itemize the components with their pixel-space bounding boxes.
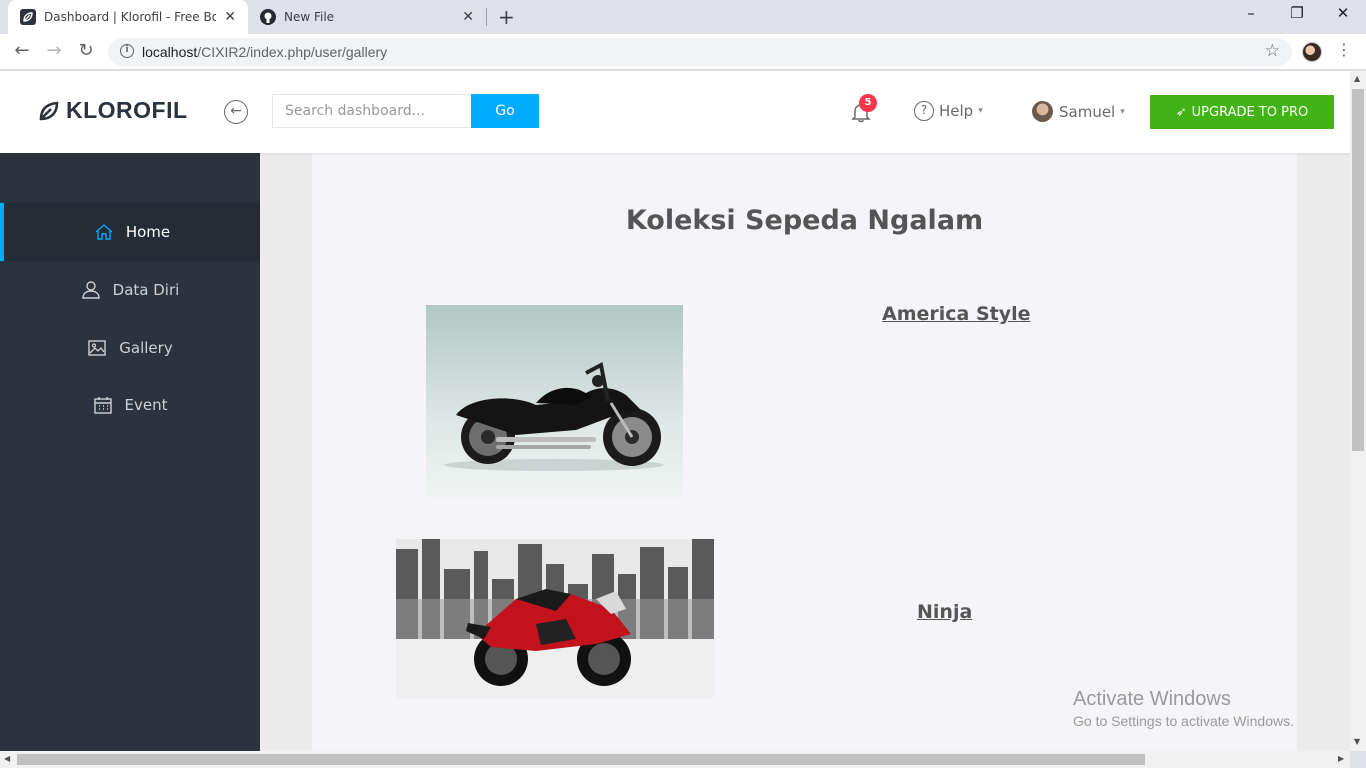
bookmark-star-icon[interactable]: ☆	[1265, 41, 1280, 61]
url-host: localhost	[142, 44, 198, 60]
github-icon	[260, 9, 276, 25]
search-go-button[interactable]: Go	[471, 94, 539, 128]
address-url[interactable]: localhost/CIXIR2/index.php/user/gallery	[142, 44, 387, 60]
sidebar-item-label: Data Diri	[112, 281, 180, 299]
search-input[interactable]	[272, 94, 472, 128]
site-info-icon[interactable]: i	[120, 44, 134, 58]
user-dropdown[interactable]: Samuel ▾	[1032, 101, 1125, 122]
sidebar-item-label: Gallery	[119, 339, 173, 357]
sport-motorcycle-photo	[396, 539, 714, 698]
cruiser-motorcycle-photo	[426, 305, 683, 498]
sidebar-toggle-arrow-icon[interactable]: ←	[224, 100, 248, 124]
sidebar-item-label: Event	[124, 396, 168, 414]
user-name: Samuel	[1059, 102, 1116, 121]
gallery-panel: Koleksi Sepeda Ngalam America Style Ninj…	[312, 153, 1297, 751]
sidebar: Home Data Diri Gallery Event	[0, 153, 260, 751]
sidebar-item-gallery[interactable]: Gallery	[0, 319, 260, 377]
rocket-icon: ➶	[1175, 104, 1187, 120]
url-path: /CIXIR2/index.php/user/gallery	[197, 44, 388, 60]
tab-close-icon[interactable]: ✕	[224, 9, 236, 25]
vertical-scrollbar[interactable]: ▲ ▼	[1350, 71, 1366, 751]
app-header: KLOROFIL ← Go 5 ? Help ▾ Samuel ▾ ➶ UPGR…	[0, 71, 1350, 153]
calendar-icon	[93, 397, 112, 414]
tab-title: New File	[284, 10, 335, 24]
new-tab-icon[interactable]: +	[498, 5, 515, 29]
scroll-left-arrow-icon[interactable]: ◀	[4, 754, 10, 763]
gallery-link-ninja[interactable]: Ninja	[917, 601, 972, 623]
brand-logo[interactable]: KLOROFIL	[38, 97, 188, 124]
page-title: Koleksi Sepeda Ngalam	[625, 205, 984, 236]
tab-separator	[486, 8, 487, 26]
question-circle-icon: ?	[914, 101, 934, 121]
browser-tabstrip: Dashboard | Klorofil - Free Bootstrap ✕ …	[0, 0, 1366, 34]
windows-activation-watermark: Activate Windows Go to Settings to activ…	[1073, 688, 1294, 729]
upgrade-label: UPGRADE TO PRO	[1191, 104, 1309, 120]
tab-close-icon[interactable]: ✕	[462, 9, 474, 25]
app-root: KLOROFIL ← Go 5 ? Help ▾ Samuel ▾ ➶ UPGR…	[0, 71, 1366, 751]
gallery-link-america-style[interactable]: America Style	[882, 303, 1031, 325]
watermark-line2: Go to Settings to activate Windows.	[1073, 713, 1294, 729]
horizontal-scroll-thumb[interactable]	[17, 754, 1145, 765]
browser-menu-icon[interactable]: ⋮	[1336, 40, 1352, 59]
scroll-right-arrow-icon[interactable]: ▶	[1338, 754, 1344, 763]
sidebar-item-home[interactable]: Home	[0, 203, 260, 261]
watermark-line1: Activate Windows	[1073, 688, 1231, 710]
browser-tab-new-file[interactable]: New File ✕	[250, 0, 486, 34]
horizontal-scrollbar[interactable]: ◀ ▶	[0, 751, 1350, 768]
chevron-down-icon: ▾	[978, 106, 983, 116]
back-arrow-icon[interactable]: ←	[10, 40, 34, 61]
help-dropdown[interactable]: ? Help ▾	[914, 101, 983, 121]
upgrade-to-pro-button[interactable]: ➶ UPGRADE TO PRO	[1150, 95, 1334, 129]
chevron-down-icon: ▾	[1120, 106, 1125, 117]
sidebar-item-label: Home	[125, 223, 171, 241]
minimize-icon[interactable]: –	[1228, 4, 1274, 22]
avatar	[1032, 101, 1053, 122]
picture-icon	[88, 340, 106, 356]
restore-icon[interactable]: ❐	[1274, 4, 1320, 22]
help-label: Help	[939, 102, 974, 120]
home-icon	[95, 224, 113, 240]
browser-tab-dashboard[interactable]: Dashboard | Klorofil - Free Bootstrap ✕	[8, 0, 248, 34]
address-bar[interactable]: i localhost/CIXIR2/index.php/user/galler…	[108, 38, 1292, 66]
user-icon	[81, 281, 100, 299]
scroll-up-arrow-icon[interactable]: ▲	[1354, 74, 1360, 83]
browser-toolbar: ← → ↻ i localhost/CIXIR2/index.php/user/…	[0, 34, 1366, 70]
brand-name: KLOROFIL	[66, 97, 188, 123]
sidebar-item-event[interactable]: Event	[0, 376, 260, 434]
notification-badge: 5	[859, 94, 877, 112]
klorofil-leaf-icon	[20, 9, 36, 25]
scroll-down-arrow-icon[interactable]: ▼	[1354, 737, 1360, 746]
close-window-icon[interactable]: ✕	[1320, 4, 1366, 22]
sidebar-item-data-diri[interactable]: Data Diri	[0, 261, 260, 319]
tab-title: Dashboard | Klorofil - Free Bootstrap	[44, 10, 216, 24]
forward-arrow-icon[interactable]: →	[42, 40, 66, 61]
leaf-icon	[39, 101, 59, 120]
browser-profile-avatar[interactable]	[1302, 42, 1322, 62]
reload-icon[interactable]: ↻	[74, 40, 98, 61]
main-content: Koleksi Sepeda Ngalam America Style Ninj…	[260, 153, 1350, 751]
vertical-scroll-thumb[interactable]	[1352, 89, 1364, 451]
